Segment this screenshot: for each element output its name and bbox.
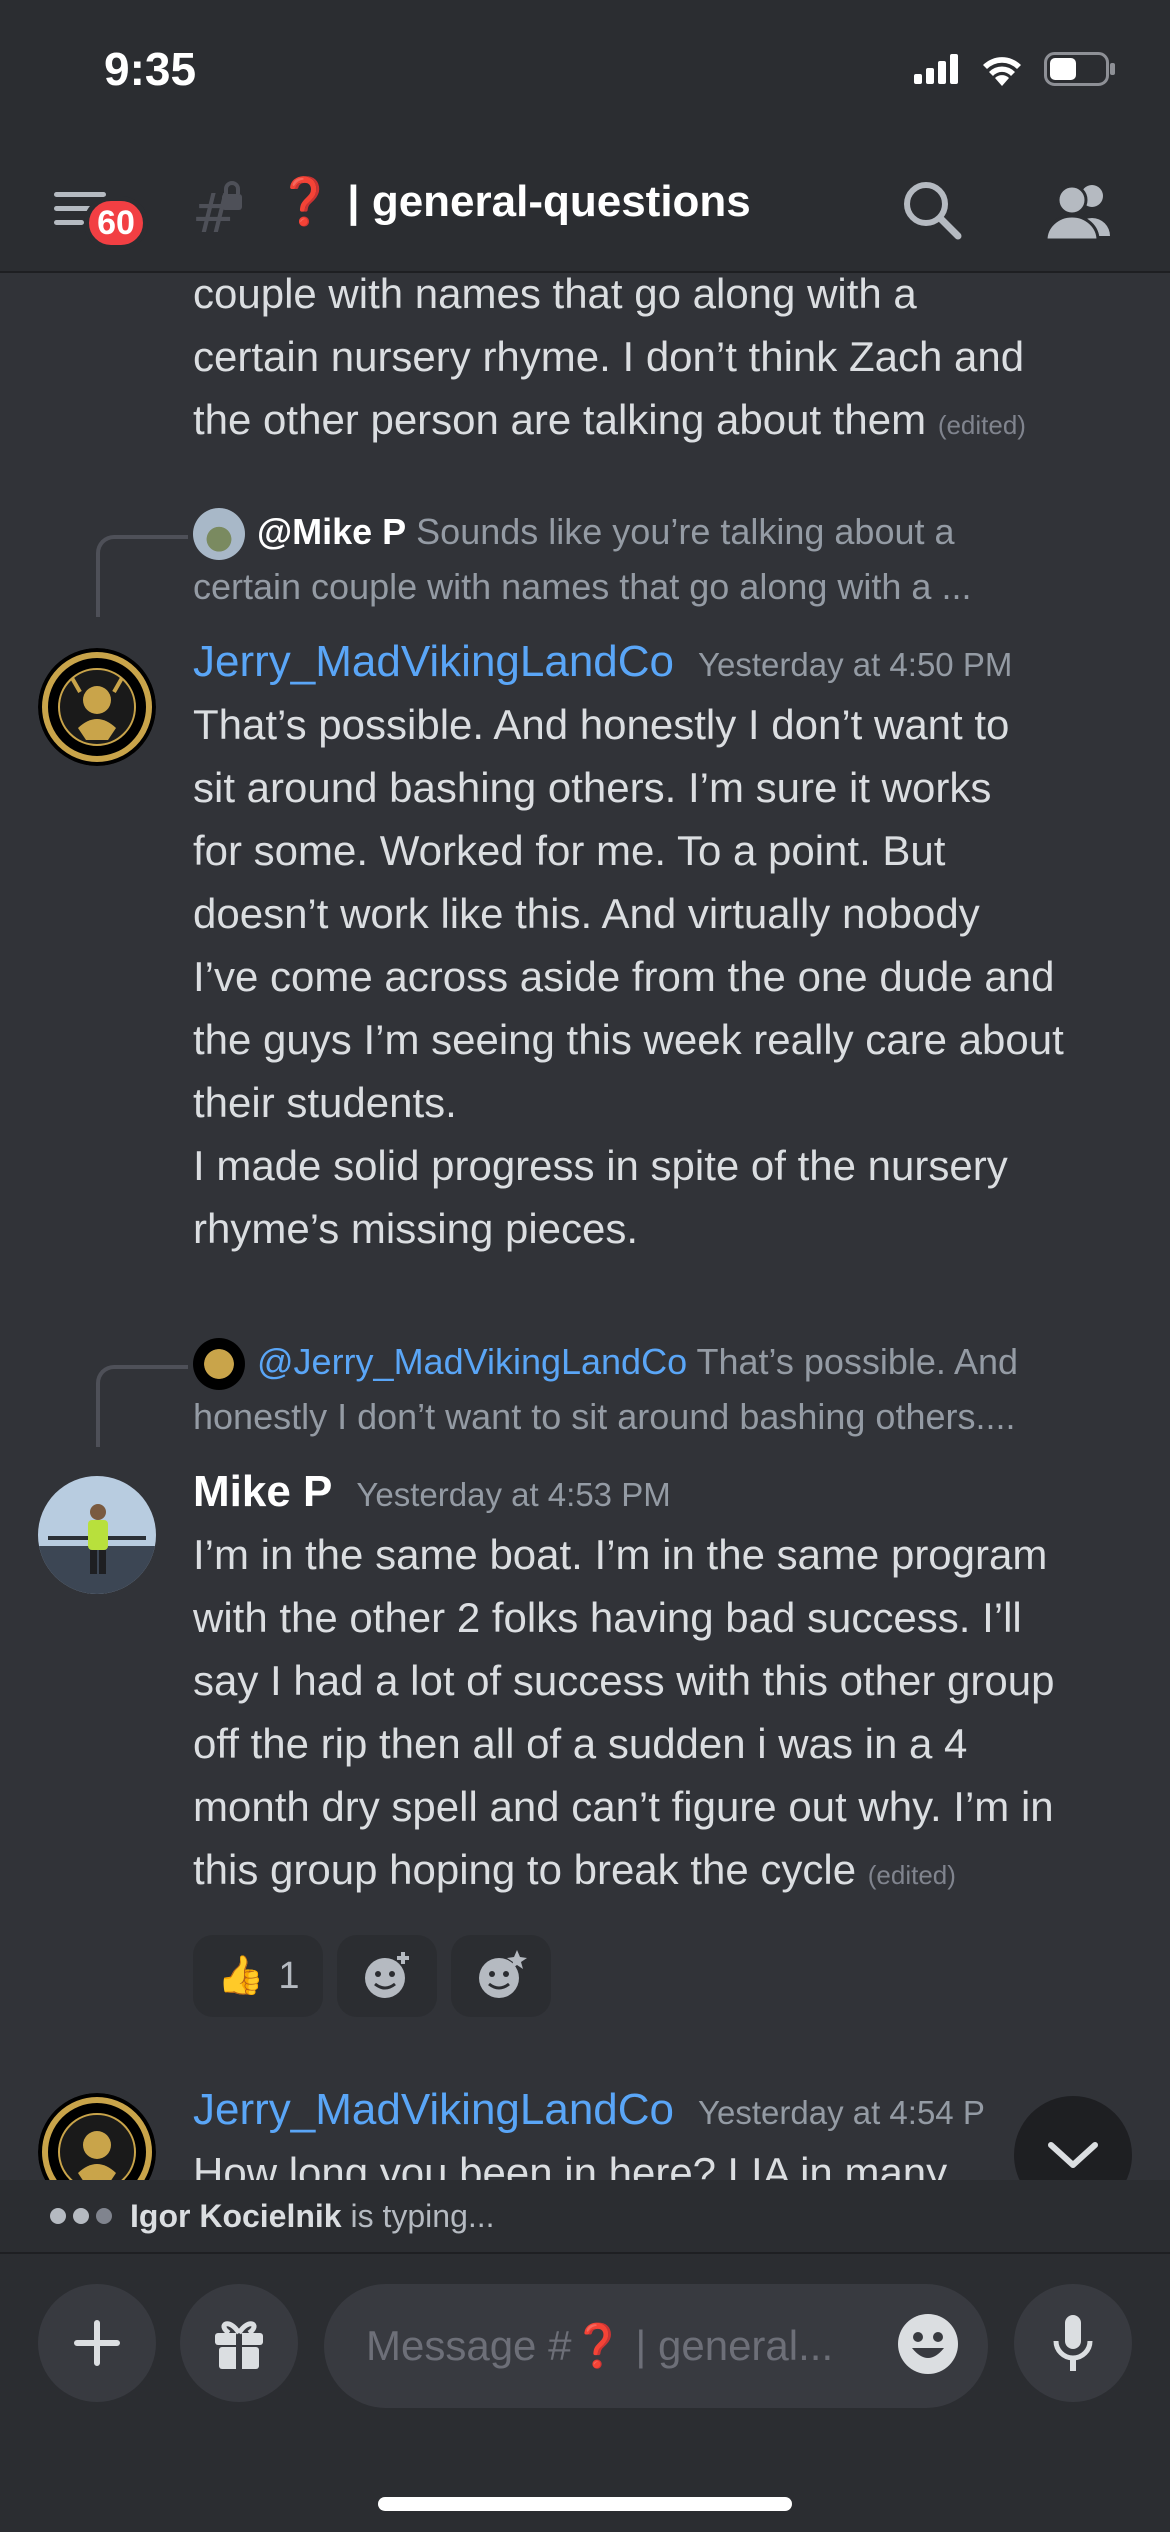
reply-connector xyxy=(96,535,188,617)
message-timestamp: Yesterday at 4:53 PM xyxy=(356,1476,671,1513)
home-indicator xyxy=(378,2497,792,2511)
message-body: That’s possible. And honestly I don’t wa… xyxy=(193,701,1064,1126)
message-body: How long you been in here? LIA in many xyxy=(193,2149,948,2180)
status-bar: 9:35 xyxy=(0,0,1170,150)
attach-button[interactable] xyxy=(38,2284,156,2402)
typing-user: Igor Kocielnik xyxy=(130,2197,342,2234)
reaction-count: 1 xyxy=(278,1954,300,1997)
avatar[interactable] xyxy=(38,1476,156,1594)
status-icons xyxy=(914,52,1116,86)
channel-emoji: ❓ xyxy=(276,175,334,227)
message-composer: Message #❓ | general... xyxy=(0,2252,1170,2532)
members-icon[interactable] xyxy=(1040,176,1120,246)
viking-logo-avatar xyxy=(38,2093,156,2180)
avatar[interactable] xyxy=(38,648,156,766)
add-reaction-button[interactable] xyxy=(337,1935,438,2017)
locked-channel-icon: # xyxy=(192,181,242,240)
message-body: I made solid progress in spite of the nu… xyxy=(193,1142,1008,1252)
message-header: Mike P Yesterday at 4:53 PM xyxy=(193,1467,671,1517)
search-icon[interactable] xyxy=(898,176,968,246)
message-header: Jerry_MadVikingLandCo Yesterday at 4:54 … xyxy=(193,2085,985,2135)
edited-label: (edited) xyxy=(867,1860,956,1890)
add-super-reaction-button[interactable] xyxy=(451,1935,552,2017)
svg-text:#: # xyxy=(192,182,237,240)
photo-avatar xyxy=(38,1476,156,1594)
microphone-icon xyxy=(1053,2315,1093,2371)
message-author[interactable]: Jerry_MadVikingLandCo xyxy=(193,2085,674,2135)
typing-indicator: Igor Kocielnik is typing... xyxy=(0,2180,1170,2252)
reply-avatar xyxy=(193,508,245,561)
message-body: I’m in the same boat. I’m in the same pr… xyxy=(193,1531,1055,1893)
message-placeholder: Message #❓ | general... xyxy=(366,2321,834,2369)
cellular-signal-icon xyxy=(914,54,958,84)
gift-button[interactable] xyxy=(180,2284,298,2402)
viking-logo-avatar xyxy=(38,648,156,766)
thumbs-up-emoji: 👍 xyxy=(217,1955,265,1997)
notification-badge: 60 xyxy=(84,196,148,250)
typing-dots-icon xyxy=(50,2208,112,2224)
reply-author[interactable]: @Jerry_MadVikingLandCo xyxy=(257,1341,687,1382)
add-reaction-icon xyxy=(365,1952,410,1998)
channel-name: | general-questions xyxy=(347,176,751,226)
message-author[interactable]: Mike P xyxy=(193,1467,332,1517)
message-timestamp: Yesterday at 4:54 P xyxy=(698,2094,985,2131)
edited-label: (edited) xyxy=(937,410,1026,440)
message-body: couple with names that go along with a c… xyxy=(193,273,1026,443)
wifi-icon xyxy=(983,57,1021,86)
message-input[interactable]: Message #❓ | general... xyxy=(324,2284,988,2408)
message-list[interactable]: couple with names that go along with a c… xyxy=(0,273,1170,2180)
voice-message-button[interactable] xyxy=(1014,2284,1132,2402)
message-author[interactable]: Jerry_MadVikingLandCo xyxy=(193,637,674,687)
reaction-row: 👍 1 xyxy=(193,1935,552,2017)
plus-icon xyxy=(74,2320,120,2366)
channel-header: 60 # ❓ | general-questions xyxy=(0,150,1170,273)
chevron-down-icon xyxy=(1048,2142,1098,2168)
reply-avatar xyxy=(193,1338,245,1391)
reply-preview[interactable]: @Jerry_MadVikingLandCo That’s possible. … xyxy=(193,1335,1153,1444)
status-time: 9:35 xyxy=(104,43,197,95)
typing-suffix: is typing... xyxy=(350,2197,495,2234)
avatar[interactable] xyxy=(38,2093,156,2180)
reply-author[interactable]: @Mike P xyxy=(257,511,406,552)
channel-title[interactable]: ❓ | general-questions xyxy=(276,174,751,229)
battery-icon xyxy=(1044,52,1115,86)
reaction-thumbs-up[interactable]: 👍 1 xyxy=(193,1935,324,2017)
reply-preview[interactable]: @Mike P Sounds like you’re talking about… xyxy=(193,505,1153,614)
emoji-picker-icon[interactable] xyxy=(896,2312,960,2376)
message-timestamp: Yesterday at 4:50 PM xyxy=(698,646,1013,683)
gift-icon xyxy=(215,2321,263,2369)
reply-connector xyxy=(96,1365,188,1447)
message-header: Jerry_MadVikingLandCo Yesterday at 4:50 … xyxy=(193,637,1012,687)
super-reaction-icon xyxy=(479,1950,528,1998)
